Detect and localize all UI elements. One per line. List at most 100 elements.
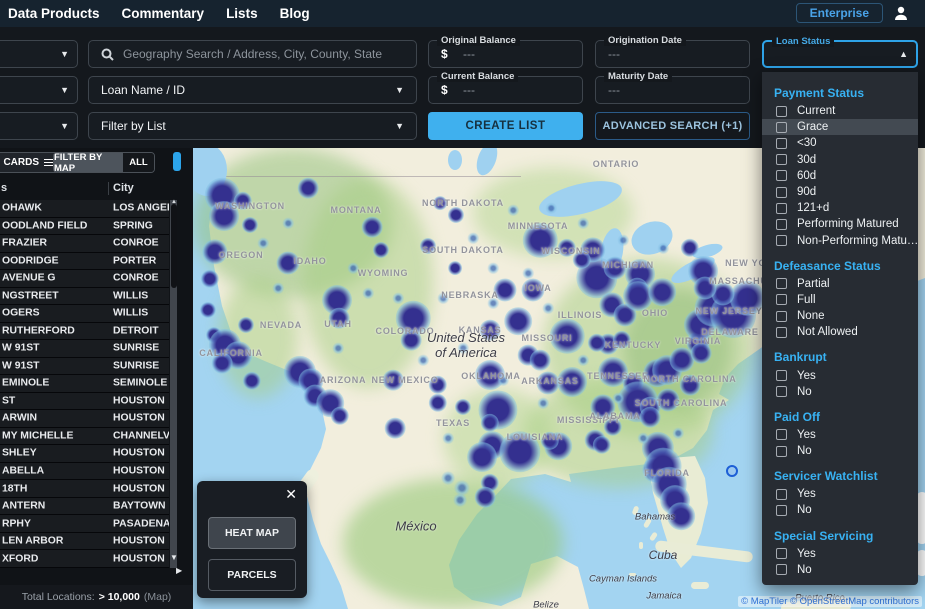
panel-collapse-handle[interactable] — [173, 152, 181, 171]
dropdown-option-full[interactable]: Full — [762, 292, 918, 308]
checkbox[interactable] — [776, 386, 787, 397]
dropdown-option-current[interactable]: Current — [762, 103, 918, 119]
geography-search-input[interactable]: Geography Search / Address, City, County… — [88, 40, 417, 68]
dropdown-option-non-performing-matu-[interactable]: Non-Performing Matu… — [762, 233, 918, 249]
dropdown-option-no[interactable]: No — [762, 562, 918, 578]
checkbox[interactable] — [776, 278, 787, 289]
state-label: NORTH CAROLINA — [643, 374, 736, 384]
dropdown-option-partial[interactable]: Partial — [762, 276, 918, 292]
table-row[interactable]: 18THHOUSTON — [0, 480, 169, 498]
table-row[interactable]: ANTERNBAYTOWN — [0, 498, 169, 516]
parcels-button[interactable]: PARCELS — [208, 559, 296, 591]
checkbox[interactable] — [776, 327, 787, 338]
dropdown-option-no[interactable]: No — [762, 443, 918, 459]
dropdown-option-121-d[interactable]: 121+d — [762, 200, 918, 216]
table-row[interactable]: OHAWKLOS ANGELE — [0, 200, 169, 218]
table-row[interactable]: RPHYPASADENA — [0, 515, 169, 533]
filter-by-list-dropdown[interactable]: Filter by List ▼ — [88, 112, 417, 140]
dropdown-option-yes[interactable]: Yes — [762, 546, 918, 562]
dropdown-option-yes[interactable]: Yes — [762, 486, 918, 502]
checkbox[interactable] — [776, 219, 787, 230]
dropdown-option-no[interactable]: No — [762, 384, 918, 400]
dropdown-option--30[interactable]: <30 — [762, 135, 918, 151]
nav-data-products[interactable]: Data Products — [8, 6, 100, 21]
table-row[interactable]: W 91STSUNRISE — [0, 358, 169, 376]
original-balance-field[interactable]: Original Balance $ --- — [428, 40, 583, 68]
table-row[interactable]: OODLAND FIELDSPRING — [0, 218, 169, 236]
dropdown-option-grace[interactable]: Grace — [762, 119, 918, 135]
checkbox[interactable] — [776, 170, 787, 181]
heat-blob — [467, 442, 497, 472]
checkbox[interactable] — [776, 370, 787, 381]
origination-date-field[interactable]: Origination Date --- — [595, 40, 750, 68]
scroll-right-arrow[interactable]: ▶ — [176, 566, 182, 575]
loan-status-dropdown-trigger[interactable]: Loan Status ▲ — [762, 40, 918, 68]
filter-dropdown-1[interactable]: ▼ — [0, 40, 78, 68]
heat-map-button[interactable]: HEAT MAP — [208, 517, 296, 549]
table-row[interactable]: NGSTREETWILLIS — [0, 288, 169, 306]
table-row[interactable]: XFORDHOUSTON — [0, 550, 169, 568]
close-icon[interactable]: ✕ — [285, 486, 297, 503]
current-balance-field[interactable]: Current Balance $ --- — [428, 76, 583, 104]
checkbox[interactable] — [776, 122, 787, 133]
checkbox[interactable] — [776, 294, 787, 305]
create-list-button[interactable]: CREATE LIST — [428, 112, 583, 140]
table-row[interactable]: STHOUSTON — [0, 393, 169, 411]
nav-commentary[interactable]: Commentary — [122, 6, 205, 21]
checkbox[interactable] — [776, 187, 787, 198]
advanced-search-button[interactable]: ADVANCED SEARCH (+1) — [595, 112, 750, 140]
table-row[interactable]: RUTHERFORDDETROIT — [0, 323, 169, 341]
dropdown-option-no[interactable]: No — [762, 502, 918, 518]
checkbox[interactable] — [776, 311, 787, 322]
checkbox[interactable] — [776, 235, 787, 246]
table-row[interactable]: FRAZIERCONROE — [0, 235, 169, 253]
filter-dropdown-2[interactable]: ▼ — [0, 76, 78, 104]
map-circle-marker[interactable] — [726, 465, 738, 477]
nav-lists[interactable]: Lists — [226, 6, 258, 21]
table-row[interactable]: OODRIDGEPORTER — [0, 253, 169, 271]
table-row[interactable]: EMINOLESEMINOLE — [0, 375, 169, 393]
dropdown-option-performing-matured[interactable]: Performing Matured — [762, 216, 918, 232]
checkbox[interactable] — [776, 203, 787, 214]
dropdown-option-60d[interactable]: 60d — [762, 168, 918, 184]
table-header: s City — [0, 178, 193, 200]
checkbox[interactable] — [776, 429, 787, 440]
dropdown-option-yes[interactable]: Yes — [762, 427, 918, 443]
checkbox[interactable] — [776, 138, 787, 149]
dropdown-option-not-allowed[interactable]: Not Allowed — [762, 324, 918, 340]
nav-blog[interactable]: Blog — [280, 6, 310, 21]
table-row[interactable]: OGERSWILLIS — [0, 305, 169, 323]
table-row[interactable]: AVENUE GCONROE — [0, 270, 169, 288]
table-row[interactable]: LEN ARBORHOUSTON — [0, 533, 169, 551]
maturity-date-field[interactable]: Maturity Date --- — [595, 76, 750, 104]
checkbox[interactable] — [776, 446, 787, 457]
user-icon[interactable] — [893, 5, 909, 21]
dropdown-option-30d[interactable]: 30d — [762, 152, 918, 168]
scroll-down-arrow[interactable]: ▼ — [170, 553, 178, 562]
enterprise-button[interactable]: Enterprise — [796, 3, 883, 23]
checkbox[interactable] — [776, 489, 787, 500]
dropdown-option-none[interactable]: None — [762, 308, 918, 324]
checkbox[interactable] — [776, 548, 787, 559]
place-label: Bahamas — [635, 512, 675, 523]
dropdown-option-yes[interactable]: Yes — [762, 367, 918, 383]
checkbox[interactable] — [776, 564, 787, 575]
checkbox[interactable] — [776, 106, 787, 117]
table-row[interactable]: MY MICHELLECHANNELVIE — [0, 428, 169, 446]
checkbox[interactable] — [776, 154, 787, 165]
loan-name-dropdown[interactable]: Loan Name / ID ▼ — [88, 76, 417, 104]
heat-blob — [507, 204, 519, 216]
checkbox[interactable] — [776, 505, 787, 516]
tab-all[interactable]: ALL — [123, 153, 154, 172]
map-attribution[interactable]: © MapTiler © OpenStreetMap contributors — [738, 596, 922, 607]
state-label: NEBRASKA — [441, 290, 498, 300]
tab-filter-by-map[interactable]: FILTER BY MAP — [54, 153, 123, 172]
filter-dropdown-3[interactable]: ▼ — [0, 112, 78, 140]
table-scrollbar[interactable]: ▲ — [170, 200, 177, 568]
table-row[interactable]: ARWINHOUSTON — [0, 410, 169, 428]
table-row[interactable]: ABELLAHOUSTON — [0, 463, 169, 481]
dropdown-option-90d[interactable]: 90d — [762, 184, 918, 200]
scrollbar-thumb[interactable] — [171, 204, 177, 288]
table-row[interactable]: W 91STSUNRISE — [0, 340, 169, 358]
table-row[interactable]: SHLEYHOUSTON — [0, 445, 169, 463]
